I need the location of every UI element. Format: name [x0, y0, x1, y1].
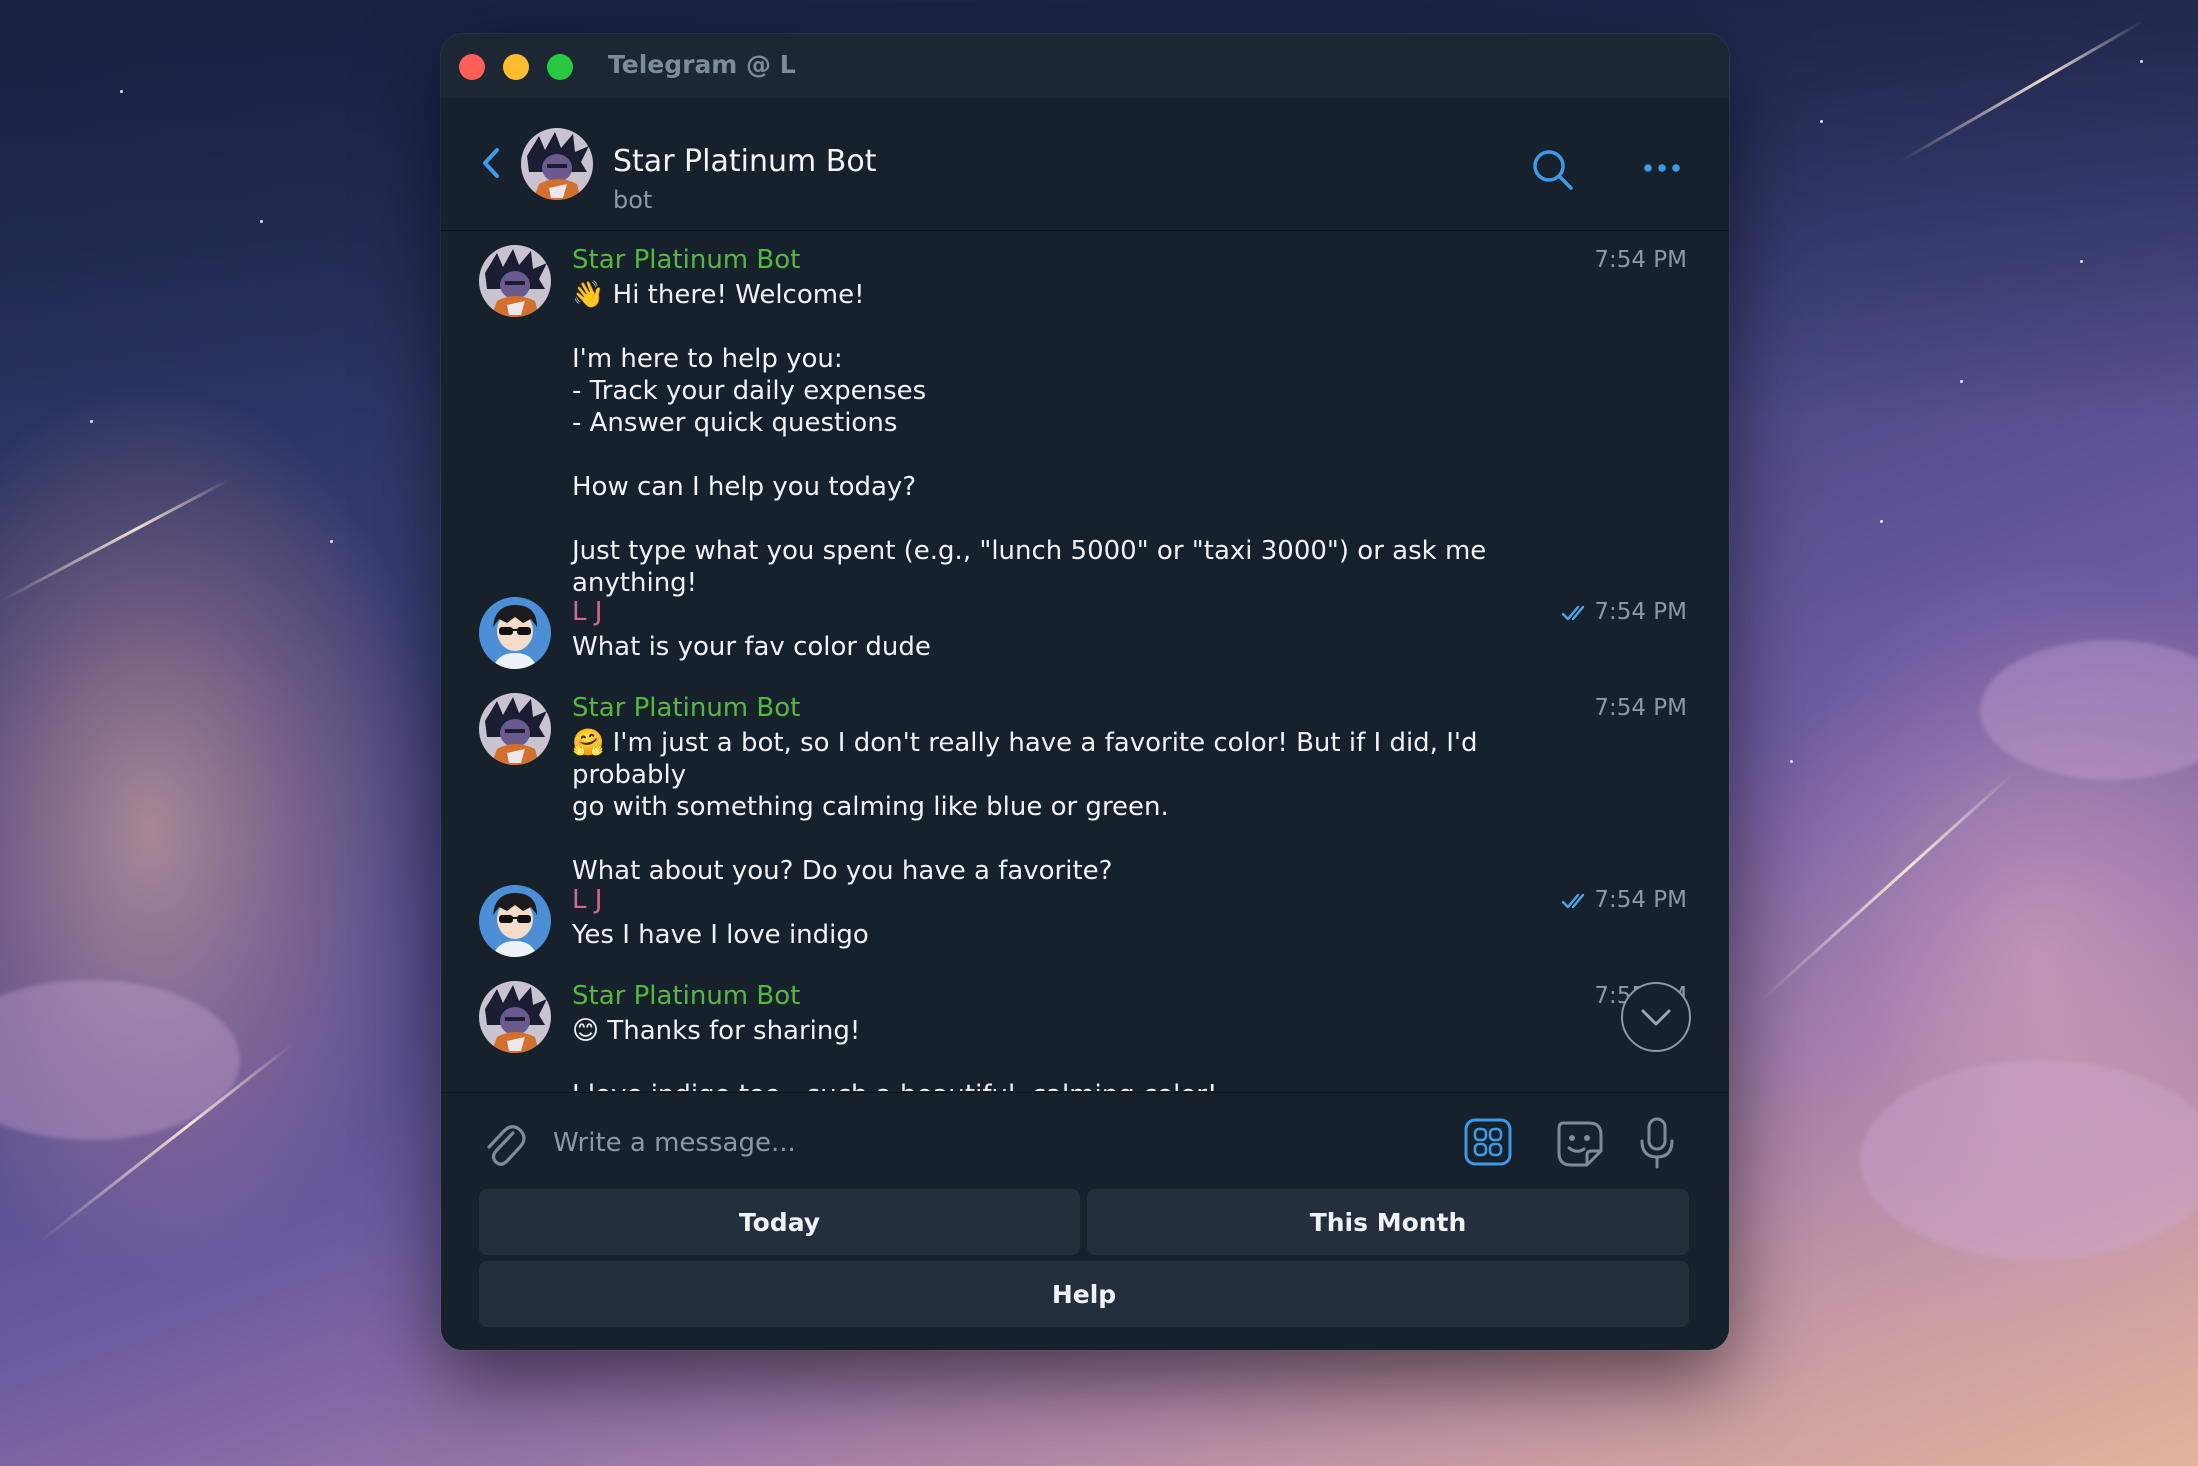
message-sender[interactable]: L J	[572, 885, 602, 915]
chat-title: Star Platinum Bot	[613, 144, 877, 179]
message-item: L J 7:54 PM Yes I have I love indigo	[441, 885, 1729, 975]
star	[260, 220, 263, 223]
message-time: 7:54 PM	[1594, 695, 1687, 721]
user-avatar[interactable]	[479, 597, 551, 669]
bot-avatar[interactable]	[479, 981, 551, 1053]
wallpaper-glow-left	[0, 380, 450, 1280]
sticker-button[interactable]	[1553, 1117, 1607, 1171]
window-title: Telegram @ L	[608, 50, 796, 79]
keyboard-button-this-month[interactable]: This Month	[1087, 1189, 1689, 1255]
message-text: 👋 Hi there! Welcome! I'm here to help yo…	[572, 280, 1487, 598]
zoom-window-button[interactable]	[547, 54, 573, 80]
message-sender[interactable]: Star Platinum Bot	[572, 981, 800, 1011]
search-icon	[1533, 150, 1573, 190]
user-avatar-image	[479, 597, 551, 669]
star	[1880, 520, 1883, 523]
message-input[interactable]	[551, 1113, 1195, 1173]
bot-avatar-image	[479, 981, 551, 1053]
star	[2140, 60, 2143, 63]
star	[330, 540, 333, 543]
paperclip-icon	[487, 1125, 526, 1166]
keyboard-button-help[interactable]: Help	[479, 1261, 1689, 1327]
title-bar: Telegram @ L	[441, 34, 1729, 98]
star	[1820, 120, 1823, 123]
more-button[interactable]	[1637, 153, 1687, 183]
message-item: Star Platinum Bot 7:54 PM 🤗 I'm just a b…	[441, 693, 1729, 886]
bot-avatar-image	[479, 693, 551, 765]
bot-avatar[interactable]	[521, 128, 593, 200]
user-avatar[interactable]	[479, 885, 551, 957]
double-check-icon	[1561, 893, 1585, 909]
voice-message-button[interactable]	[1637, 1115, 1677, 1171]
sticker-icon	[1557, 1121, 1603, 1167]
attach-button[interactable]	[479, 1117, 527, 1171]
star	[90, 420, 93, 423]
chat-header: Star Platinum Bot bot	[441, 98, 1729, 231]
bot-avatar[interactable]	[479, 693, 551, 765]
message-item: Star Platinum Bot 7:55 PM 😊 Thanks for s…	[441, 981, 1729, 1091]
message-time: 7:54 PM	[1594, 887, 1687, 913]
message-text: What is your fav color dude	[572, 632, 931, 662]
message-item: L J 7:54 PM What is your fav color dude	[441, 597, 1729, 687]
bot-commands-button[interactable]	[1463, 1117, 1513, 1167]
search-button[interactable]	[1529, 146, 1579, 196]
chevron-left-icon	[483, 148, 499, 178]
bot-avatar-image	[479, 245, 551, 317]
message-list[interactable]: Star Platinum Bot 7:54 PM 👋 Hi there! We…	[441, 231, 1729, 1091]
star	[2080, 260, 2083, 263]
chat-subtitle: bot	[613, 186, 653, 214]
minimize-window-button[interactable]	[503, 54, 529, 80]
bot-avatar-image	[521, 128, 593, 200]
bot-avatar[interactable]	[479, 245, 551, 317]
star	[1790, 760, 1793, 763]
scroll-to-bottom-button[interactable]	[1621, 982, 1691, 1052]
microphone-icon	[1640, 1117, 1674, 1169]
message-time: 7:54 PM	[1594, 247, 1687, 273]
telegram-window: Telegram @ L Star Platinum Bot bot Star …	[441, 34, 1729, 1350]
back-button[interactable]	[471, 138, 511, 188]
message-sender[interactable]: Star Platinum Bot	[572, 245, 800, 275]
message-item: Star Platinum Bot 7:54 PM 👋 Hi there! We…	[441, 245, 1729, 598]
message-text: 🤗 I'm just a bot, so I don't really have…	[572, 728, 1478, 886]
star	[120, 90, 123, 93]
double-check-icon	[1561, 605, 1585, 621]
user-avatar-image	[479, 885, 551, 957]
message-text: Yes I have I love indigo	[572, 920, 869, 950]
close-window-button[interactable]	[459, 54, 485, 80]
message-composer: Today This Month Help	[441, 1092, 1729, 1350]
message-sender[interactable]: L J	[572, 597, 602, 627]
message-time: 7:54 PM	[1594, 599, 1687, 625]
message-text: 😊 Thanks for sharing! I love indigo too …	[572, 1016, 1217, 1091]
bot-commands-icon	[1464, 1118, 1512, 1166]
star	[1960, 380, 1963, 383]
message-sender[interactable]: Star Platinum Bot	[572, 693, 800, 723]
more-dots-icon	[1644, 164, 1680, 172]
chevron-down-icon	[1641, 1009, 1671, 1026]
keyboard-button-today[interactable]: Today	[479, 1189, 1080, 1255]
cloud	[1860, 1060, 2198, 1260]
